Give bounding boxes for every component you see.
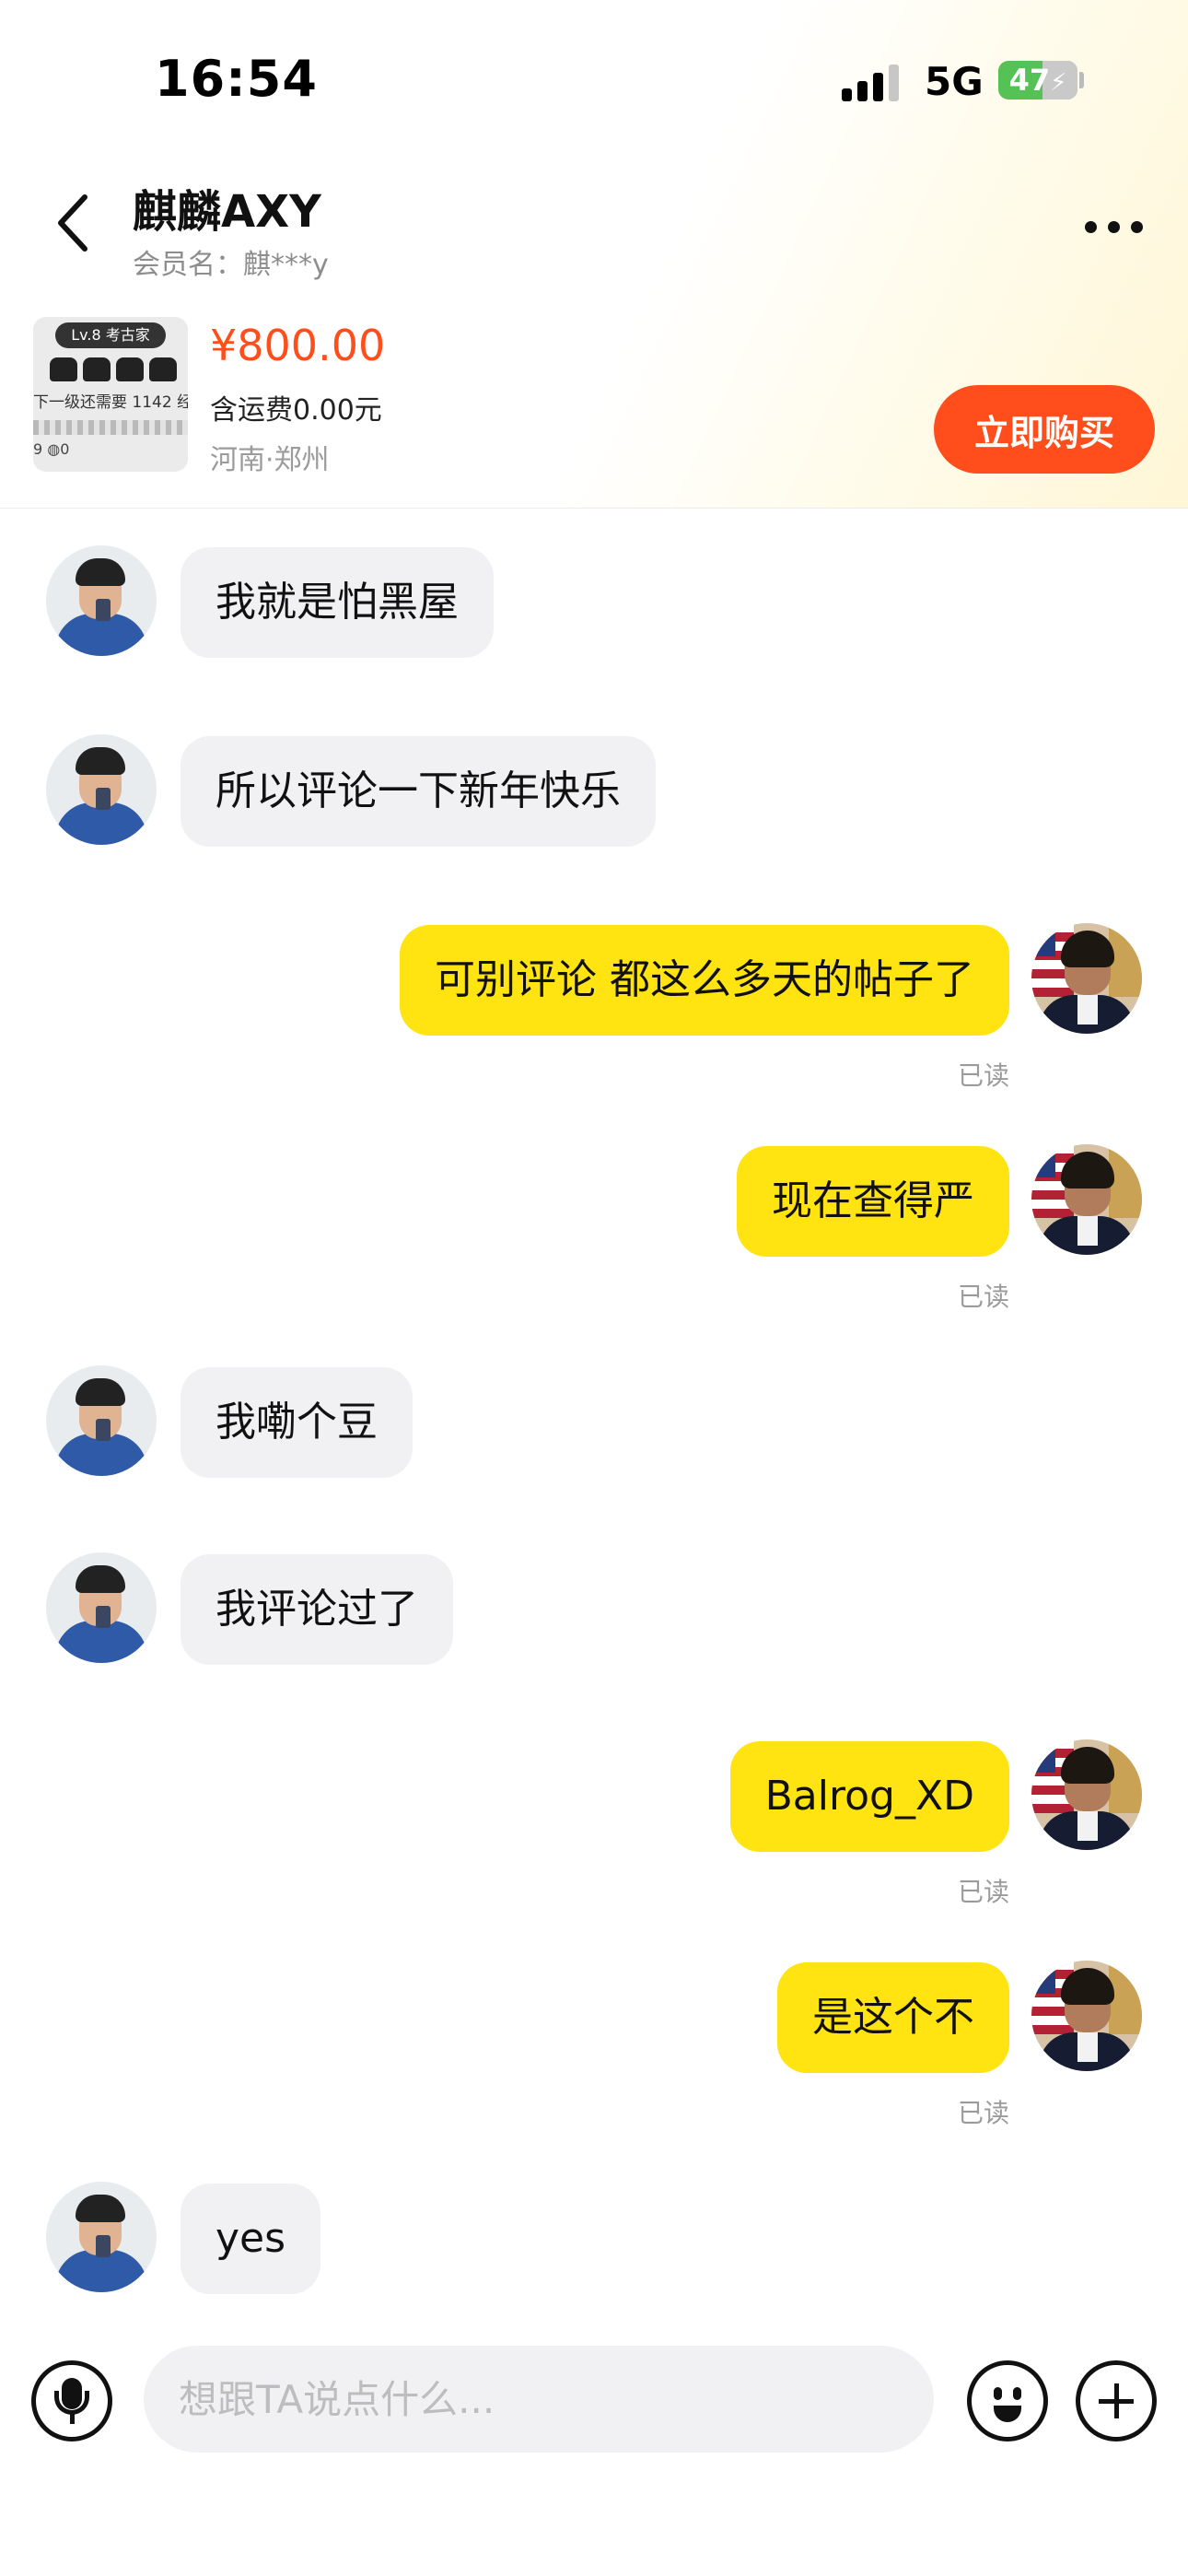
my-avatar[interactable]: [1031, 1144, 1142, 1255]
message-bubble[interactable]: yes: [181, 2184, 321, 2294]
read-receipt: 已读: [957, 2098, 1009, 2128]
thumb-level-badge: Lv.8 考古家: [55, 322, 166, 348]
outgoing-message: Balrog_XD 已读: [0, 1738, 1188, 1907]
my-avatar[interactable]: [1031, 1739, 1142, 1850]
incoming-message: yes: [0, 2180, 1188, 2294]
more-button[interactable]: [1077, 203, 1151, 249]
message-bubble[interactable]: 所以评论一下新年快乐: [181, 736, 656, 847]
buy-now-button[interactable]: 立即购买: [934, 385, 1155, 474]
chevron-left-icon: [58, 194, 87, 252]
read-receipt: 已读: [957, 1282, 1009, 1312]
product-thumbnail[interactable]: Lv.8 考古家 下一级还需要 1142 经 9 ◍0: [33, 317, 188, 472]
message-bubble[interactable]: 我评论过了: [181, 1554, 453, 1665]
outgoing-message: 现在查得严已读: [0, 1142, 1188, 1312]
signal-icon: [842, 63, 906, 101]
outgoing-message: 可别评论 都这么多天的帖子了已读: [0, 921, 1188, 1091]
contact-avatar[interactable]: [46, 2182, 157, 2292]
read-receipt: 已读: [957, 1060, 1009, 1091]
more-actions-button[interactable]: [1076, 2360, 1157, 2441]
voice-input-button[interactable]: [31, 2360, 112, 2441]
thumb-progress-text: 下一级还需要 1142 经: [33, 393, 188, 412]
member-name-label: 会员名：麒***y: [133, 249, 329, 281]
car-icon: [50, 357, 179, 387]
message-bubble[interactable]: 我嘞个豆: [181, 1367, 413, 1478]
contact-avatar[interactable]: [46, 545, 157, 656]
message-bubble[interactable]: 现在查得严: [737, 1146, 1009, 1257]
message-bubble[interactable]: 是这个不: [777, 1962, 1009, 2073]
incoming-message: 我就是怕黑屋: [0, 544, 1188, 658]
header-divider: [0, 508, 1188, 509]
more-horizontal-icon: [1085, 221, 1097, 233]
battery-level: 47: [1008, 63, 1051, 98]
incoming-message: 所以评论一下新年快乐: [0, 732, 1188, 847]
thumb-progress-bar: [33, 420, 188, 435]
contact-avatar[interactable]: [46, 1552, 157, 1663]
battery-tip: [1079, 72, 1084, 88]
product-location: 河南·郑州: [210, 444, 330, 476]
message-bubble[interactable]: Balrog_XD: [729, 1741, 1009, 1852]
read-receipt: 已读: [957, 1877, 1009, 1907]
outgoing-message: 是这个不已读: [0, 1959, 1188, 2128]
message-bubble[interactable]: 我就是怕黑屋: [181, 547, 494, 658]
back-button[interactable]: [44, 184, 103, 262]
my-avatar[interactable]: [1031, 1961, 1142, 2071]
battery-icon: 47⚡: [998, 61, 1077, 100]
my-avatar[interactable]: [1031, 923, 1142, 1034]
status-bar: 16:54 5G 47⚡: [0, 0, 1188, 147]
incoming-message: 我嘞个豆: [0, 1364, 1188, 1478]
product-price: ¥800.00: [210, 321, 386, 370]
message-input[interactable]: [144, 2346, 934, 2453]
thumb-footer: 9 ◍0: [33, 440, 70, 458]
contact-name[interactable]: 麒麟AXY: [133, 175, 321, 240]
status-time: 16:54: [155, 50, 318, 108]
network-type: 5G: [925, 59, 984, 104]
incoming-message: 我评论过了: [0, 1551, 1188, 1665]
contact-avatar[interactable]: [46, 734, 157, 845]
emoji-button[interactable]: [967, 2360, 1048, 2441]
message-bubble[interactable]: 可别评论 都这么多天的帖子了: [400, 925, 1009, 1036]
shipping-info: 含运费0.00元: [210, 394, 382, 427]
contact-avatar[interactable]: [46, 1365, 157, 1476]
